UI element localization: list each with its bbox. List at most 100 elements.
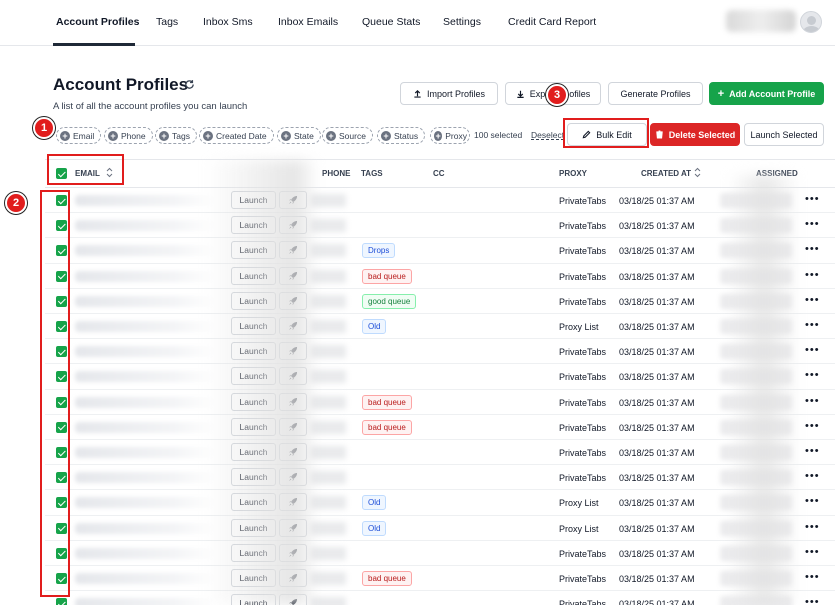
filter-chip-phone[interactable]: + Phone — [104, 127, 153, 144]
email-blurred — [75, 270, 215, 282]
plus-circle-icon: + — [381, 130, 391, 141]
plus-circle-icon: + — [281, 130, 291, 141]
tab-credit-card-report[interactable]: Credit Card Report — [508, 16, 596, 28]
refresh-icon[interactable] — [184, 79, 195, 90]
created-at-cell: 03/18/25 01:37 AM — [619, 296, 695, 307]
header-created-at[interactable]: CREATED AT — [641, 169, 691, 178]
row-more-menu[interactable]: ••• — [805, 269, 820, 281]
user-avatar[interactable] — [800, 11, 822, 33]
tag-badge[interactable]: Old — [362, 520, 387, 536]
proxy-cell: PrivateTabs — [559, 599, 607, 605]
chip-label: Created Date — [216, 130, 267, 141]
chip-label: Phone — [121, 130, 146, 141]
row-more-menu[interactable]: ••• — [805, 395, 820, 407]
add-account-profile-label: Add Account Profile — [729, 88, 816, 99]
proxy-cell: PrivateTabs — [559, 271, 607, 282]
created-at-cell: 03/18/25 01:37 AM — [619, 523, 695, 534]
generate-profiles-button[interactable]: Generate Profiles — [608, 82, 703, 105]
tag-badge[interactable]: bad queue — [362, 268, 412, 284]
sort-icon[interactable] — [694, 167, 701, 178]
tag-badge[interactable]: good queue — [362, 293, 417, 309]
row-more-menu[interactable]: ••• — [805, 369, 820, 381]
row-more-menu[interactable]: ••• — [805, 193, 820, 205]
filter-chip-tags[interactable]: + Tags — [155, 127, 197, 144]
row-more-menu[interactable]: ••• — [805, 294, 820, 306]
tab-tags[interactable]: Tags — [156, 16, 178, 28]
email-blurred — [75, 522, 215, 534]
annotation-box-select-all — [47, 154, 124, 185]
tab-account-profiles[interactable]: Account Profiles — [56, 16, 139, 28]
row-more-menu[interactable]: ••• — [805, 420, 820, 432]
row-checkbox[interactable] — [56, 598, 67, 605]
plus-circle-icon: + — [203, 130, 213, 141]
tag-badge[interactable]: bad queue — [362, 394, 412, 410]
add-account-profile-button[interactable]: + Add Account Profile — [709, 82, 824, 105]
row-more-menu[interactable]: ••• — [805, 596, 820, 605]
import-profiles-button[interactable]: Import Profiles — [400, 82, 498, 105]
tab-settings[interactable]: Settings — [443, 16, 481, 28]
tag-badge[interactable]: Old — [362, 319, 387, 334]
table-row: Launchbad queuePrivateTabs03/18/25 01:37… — [45, 390, 835, 415]
upload-icon — [414, 89, 421, 98]
chip-label: Email — [73, 130, 95, 141]
tag-badge[interactable]: Drops — [362, 243, 396, 259]
row-more-menu[interactable]: ••• — [805, 470, 820, 482]
delete-selected-button[interactable]: Delete Selected — [650, 123, 740, 146]
filter-chip-status[interactable]: + Status — [377, 127, 426, 144]
filter-chip-email[interactable]: + Email — [56, 127, 102, 144]
proxy-cell: PrivateTabs — [559, 422, 607, 433]
row-more-menu[interactable]: ••• — [805, 319, 820, 331]
tag-badge[interactable]: bad queue — [362, 419, 412, 435]
table-row: LaunchPrivateTabs03/18/25 01:37 AM••• — [45, 188, 835, 214]
row-more-menu[interactable]: ••• — [805, 218, 820, 230]
filter-chip-created-date[interactable]: + Created Date — [199, 127, 274, 144]
annotation-box-bulk-edit — [563, 118, 649, 148]
tab-inbox-sms[interactable]: Inbox Sms — [203, 16, 253, 28]
tab-inbox-emails[interactable]: Inbox Emails — [278, 16, 338, 28]
created-at-cell: 03/18/25 01:37 AM — [619, 196, 695, 206]
table-row: Launchbad queuePrivateTabs03/18/25 01:37… — [45, 566, 835, 592]
email-blurred — [75, 195, 215, 206]
proxy-cell: Proxy List — [559, 322, 599, 332]
launch-selected-button[interactable]: Launch Selected — [744, 123, 824, 146]
created-at-cell: 03/18/25 01:37 AM — [619, 221, 695, 232]
tab-queue-stats[interactable]: Queue Stats — [362, 16, 420, 28]
filter-chip-source[interactable]: + Source — [322, 127, 373, 144]
table-row: LaunchPrivateTabs03/18/25 01:37 AM••• — [45, 364, 835, 390]
row-more-menu[interactable]: ••• — [805, 445, 820, 457]
row-more-menu[interactable]: ••• — [805, 546, 820, 558]
tag-badge[interactable]: bad queue — [362, 571, 412, 586]
proxy-cell: PrivateTabs — [559, 574, 607, 584]
top-nav: Account Profiles Tags Inbox Sms Inbox Em… — [0, 0, 835, 46]
email-blurred — [75, 447, 215, 458]
plus-circle-icon: + — [159, 130, 169, 141]
table-row: LaunchPrivateTabs03/18/25 01:37 AM••• — [45, 339, 835, 365]
filter-chip-state[interactable]: + State — [277, 127, 321, 144]
header-cc: CC — [433, 169, 445, 178]
page-title: Account Profiles — [53, 75, 189, 94]
header-proxy: PROXY — [559, 169, 588, 178]
row-more-menu[interactable]: ••• — [805, 344, 820, 356]
tag-badge[interactable]: Old — [362, 495, 387, 511]
deselect-link[interactable]: Deselect — [531, 130, 564, 140]
row-more-menu[interactable]: ••• — [805, 571, 820, 583]
plus-circle-icon: + — [108, 130, 118, 141]
row-more-menu[interactable]: ••• — [805, 521, 820, 533]
created-at-cell: 03/18/25 01:37 AM — [619, 271, 695, 282]
row-more-menu[interactable]: ••• — [805, 495, 820, 507]
row-more-menu[interactable]: ••• — [805, 243, 820, 255]
chip-label: Tags — [172, 130, 190, 141]
page-subtitle: A list of all the account profiles you c… — [53, 101, 248, 112]
table-row: LaunchOldProxy List03/18/25 01:37 AM••• — [45, 516, 835, 541]
table-row: LaunchOldProxy List03/18/25 01:37 AM••• — [45, 490, 835, 516]
email-blurred — [75, 598, 215, 605]
filter-chip-proxy[interactable]: + Proxy — [430, 127, 470, 144]
chip-label: Source — [339, 130, 366, 141]
proxy-cell: PrivateTabs — [559, 221, 607, 232]
generate-profiles-label: Generate Profiles — [620, 88, 691, 99]
created-at-cell: 03/18/25 01:37 AM — [619, 347, 695, 358]
chip-label: Status — [394, 130, 419, 141]
launch-selected-label: Launch Selected — [750, 129, 818, 140]
delete-selected-label: Delete Selected — [668, 129, 736, 140]
proxy-cell: PrivateTabs — [559, 347, 607, 358]
